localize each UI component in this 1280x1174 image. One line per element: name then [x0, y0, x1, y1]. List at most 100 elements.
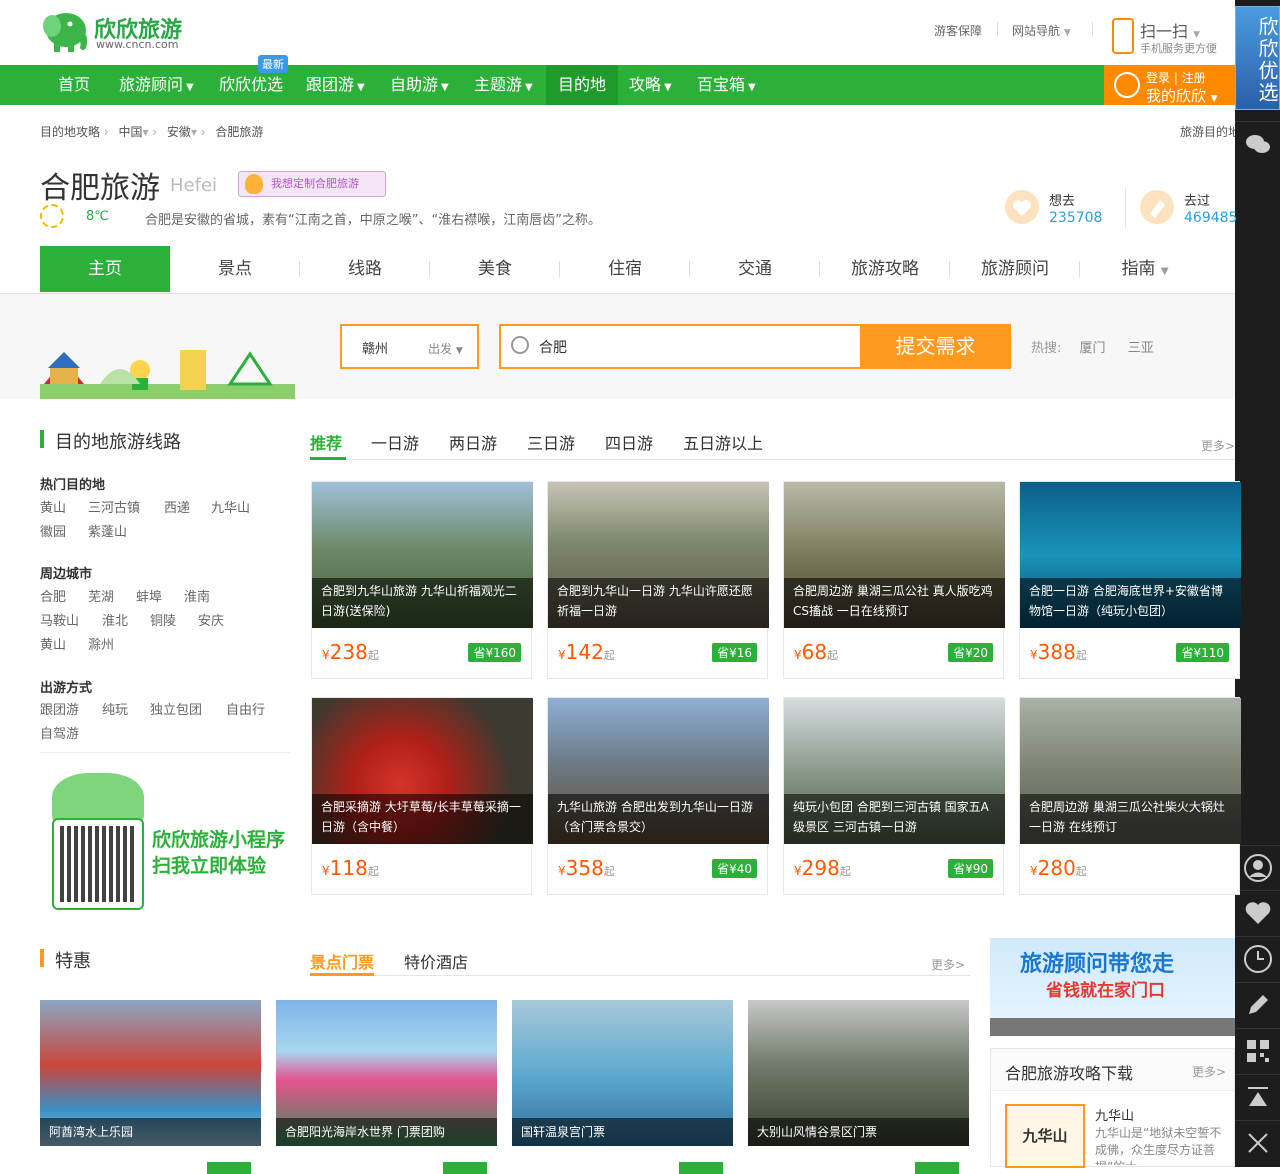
- subtab-three-day[interactable]: 三日游: [527, 430, 575, 454]
- nav-destination[interactable]: 目的地: [546, 65, 619, 105]
- route-card[interactable]: 纯玩小包团 合肥到三河古镇 国家五A级景区 三河古镇一日游 ¥298起 省¥90: [783, 697, 1005, 895]
- subtab-one-day[interactable]: 一日游: [371, 430, 419, 454]
- want-heart-icon[interactable]: [1005, 190, 1039, 224]
- tab-advisor[interactable]: 旅游顾问: [950, 246, 1080, 292]
- route-card[interactable]: 合肥一日游 合肥海底世界+安徽省博物馆一日游（纯玩小包团） ¥388起 省¥110: [1019, 481, 1241, 679]
- guide-more-link[interactable]: 更多>: [1192, 1063, 1226, 1080]
- route-title[interactable]: 纯玩小包团 合肥到三河古镇 国家五A级景区 三河古镇一日游: [784, 794, 1005, 844]
- filter-link[interactable]: 黄山: [40, 497, 66, 516]
- filter-link[interactable]: 铜陵: [150, 610, 176, 629]
- ticket-card[interactable]: 国轩温泉宫门票: [512, 1000, 733, 1174]
- nav-group-tour[interactable]: 跟团游 ▼: [294, 65, 377, 105]
- filter-link[interactable]: 紫蓬山: [88, 521, 127, 540]
- subtab-five-day-plus[interactable]: 五日游以上: [683, 430, 763, 454]
- filter-link[interactable]: 西递: [164, 497, 190, 516]
- filter-link[interactable]: 淮北: [102, 610, 128, 629]
- filter-link[interactable]: 芜湖: [88, 586, 114, 605]
- subtab-four-day[interactable]: 四日游: [605, 430, 653, 454]
- filter-link[interactable]: 纯玩: [102, 699, 128, 718]
- filter-link[interactable]: 淮南: [184, 586, 210, 605]
- route-card[interactable]: 合肥采摘游 大圩草莓/长丰草莓采摘一日游（含中餐） ¥118起: [311, 697, 533, 895]
- my-account[interactable]: 我的欣欣 ▼: [1146, 85, 1218, 106]
- scan-mobile[interactable]: 扫一扫 ▼ 手机服务更方便: [1112, 18, 1232, 58]
- filter-link[interactable]: 马鞍山: [40, 610, 79, 629]
- route-title[interactable]: 合肥周边游 巢湖三瓜公社 真人版吃鸡CS搐战 一日在线预订: [784, 578, 1005, 628]
- been-flag-icon[interactable]: [1140, 190, 1174, 224]
- filter-link[interactable]: 三河古镇: [88, 497, 140, 516]
- nav-home[interactable]: 首页: [46, 65, 102, 105]
- guarantee-link[interactable]: 游客保障: [934, 22, 982, 39]
- promo-banner[interactable]: 欣欣优选: [1235, 6, 1280, 110]
- ticket-card[interactable]: 阿酋湾水上乐园: [40, 1000, 261, 1174]
- breadcrumb-item[interactable]: 中国: [118, 125, 142, 139]
- ticket-card[interactable]: 合肥阳光海岸水世界 门票团购: [276, 1000, 497, 1174]
- search-input[interactable]: [539, 336, 839, 358]
- tab-attractions[interactable]: 景点: [170, 246, 300, 292]
- filter-link[interactable]: 自由行: [226, 699, 265, 718]
- wechat-icon[interactable]: [1235, 121, 1280, 165]
- subtab-two-day[interactable]: 两日游: [449, 430, 497, 454]
- site-logo[interactable]: 欣欣旅游 www.cncn.com: [40, 8, 200, 56]
- route-title[interactable]: 合肥到九华山旅游 九华山祈福观光二日游(送保险): [312, 578, 533, 628]
- route-title[interactable]: 合肥一日游 合肥海底世界+安徽省博物馆一日游（纯玩小包团）: [1020, 578, 1241, 628]
- nav-guide[interactable]: 攻略 ▼: [617, 65, 684, 105]
- user-icon[interactable]: [1235, 845, 1280, 889]
- breadcrumb-item[interactable]: 目的地攻略: [40, 125, 100, 139]
- breadcrumb-item[interactable]: 安徽: [167, 125, 191, 139]
- ticket-card[interactable]: 大别山风情谷景区门票: [748, 1000, 969, 1174]
- route-title[interactable]: 合肥采摘游 大圩草莓/长丰草莓采摘一日游（含中餐）: [312, 794, 533, 844]
- subtab-recommend[interactable]: 推荐: [310, 430, 342, 454]
- tab-travel-guide[interactable]: 旅游攻略: [820, 246, 950, 292]
- edit-icon[interactable]: [1235, 982, 1280, 1026]
- ticket-title[interactable]: 阿酋湾水上乐园: [40, 1118, 261, 1146]
- nav-self-guided[interactable]: 自助游 ▼: [378, 65, 461, 105]
- departure-select[interactable]: 赣州 出发 ▼: [340, 324, 479, 369]
- login-register[interactable]: 登录 | 注册: [1146, 69, 1206, 86]
- subtab-tickets[interactable]: 景点门票: [310, 949, 374, 973]
- route-title[interactable]: 合肥周边游 巢湖三瓜公社柴火大锅灶一日游 在线预订: [1020, 794, 1241, 844]
- route-card[interactable]: 合肥到九华山一日游 九华山许愿还愿祈福一日游 ¥142起 省¥16: [547, 481, 769, 679]
- filter-link[interactable]: 滁州: [88, 634, 114, 653]
- filter-link[interactable]: 自驾游: [40, 723, 79, 742]
- clock-icon[interactable]: [1235, 936, 1280, 980]
- filter-link[interactable]: 徽园: [40, 521, 66, 540]
- filter-link[interactable]: 独立包团: [150, 699, 202, 718]
- tab-routes[interactable]: 线路: [300, 246, 430, 292]
- hot-search-link[interactable]: 厦门: [1080, 341, 1106, 356]
- routes-more-link[interactable]: 更多>: [1201, 437, 1235, 454]
- route-card[interactable]: 九华山旅游 合肥出发到九华山一日游（含门票含景交） ¥358起 省¥40: [547, 697, 769, 895]
- tab-transport[interactable]: 交通: [690, 246, 820, 292]
- back-to-top-icon[interactable]: [1235, 1074, 1280, 1118]
- customize-trip-button[interactable]: 我想定制合肥旅游: [238, 171, 386, 197]
- subtab-hotels[interactable]: 特价酒店: [404, 949, 468, 973]
- login-button[interactable]: 登录 | 注册 我的欣欣 ▼: [1104, 65, 1235, 105]
- close-icon[interactable]: [1235, 1120, 1280, 1164]
- filter-link[interactable]: 蚌埠: [136, 586, 162, 605]
- filter-link[interactable]: 九华山: [211, 497, 250, 516]
- nav-theme[interactable]: 主题游 ▼: [462, 65, 545, 105]
- tab-home[interactable]: 主页: [40, 246, 170, 292]
- deals-more-link[interactable]: 更多>: [931, 956, 965, 973]
- hot-search-link[interactable]: 三亚: [1128, 341, 1154, 356]
- nav-toolbox[interactable]: 百宝箱 ▼: [685, 65, 768, 105]
- nav-advisor[interactable]: 旅游顾问 ▼: [107, 65, 206, 105]
- ticket-title[interactable]: 国轩温泉宫门票: [512, 1118, 733, 1146]
- filter-link[interactable]: 黄山: [40, 634, 66, 653]
- filter-link[interactable]: 跟团游: [40, 699, 79, 718]
- tab-guide[interactable]: 指南 ▼: [1080, 246, 1210, 292]
- sitenav-link[interactable]: 网站导航 ▼: [1012, 22, 1071, 39]
- tab-food[interactable]: 美食: [430, 246, 560, 292]
- submit-request-button[interactable]: 提交需求: [860, 324, 1011, 369]
- route-card[interactable]: 合肥周边游 巢湖三瓜公社柴火大锅灶一日游 在线预订 ¥280起: [1019, 697, 1241, 895]
- ticket-title[interactable]: 大别山风情谷景区门票: [748, 1118, 969, 1146]
- route-title[interactable]: 九华山旅游 合肥出发到九华山一日游（含门票含景交）: [548, 794, 769, 844]
- route-card[interactable]: 合肥到九华山旅游 九华山祈福观光二日游(送保险) ¥238起 省¥160: [311, 481, 533, 679]
- ticket-title[interactable]: 合肥阳光海岸水世界 门票团购: [276, 1118, 497, 1146]
- filter-link[interactable]: 合肥: [40, 586, 66, 605]
- qrcode-icon[interactable]: [1235, 1028, 1280, 1072]
- heart-icon[interactable]: [1235, 890, 1280, 934]
- route-title[interactable]: 合肥到九华山一日游 九华山许愿还愿祈福一日游: [548, 578, 769, 628]
- destination-link[interactable]: 旅游目的地: [1180, 123, 1235, 140]
- advisor-ad-banner[interactable]: 旅游顾问带您走 省钱就在家门口: [990, 938, 1235, 1036]
- tab-hotels[interactable]: 住宿: [560, 246, 690, 292]
